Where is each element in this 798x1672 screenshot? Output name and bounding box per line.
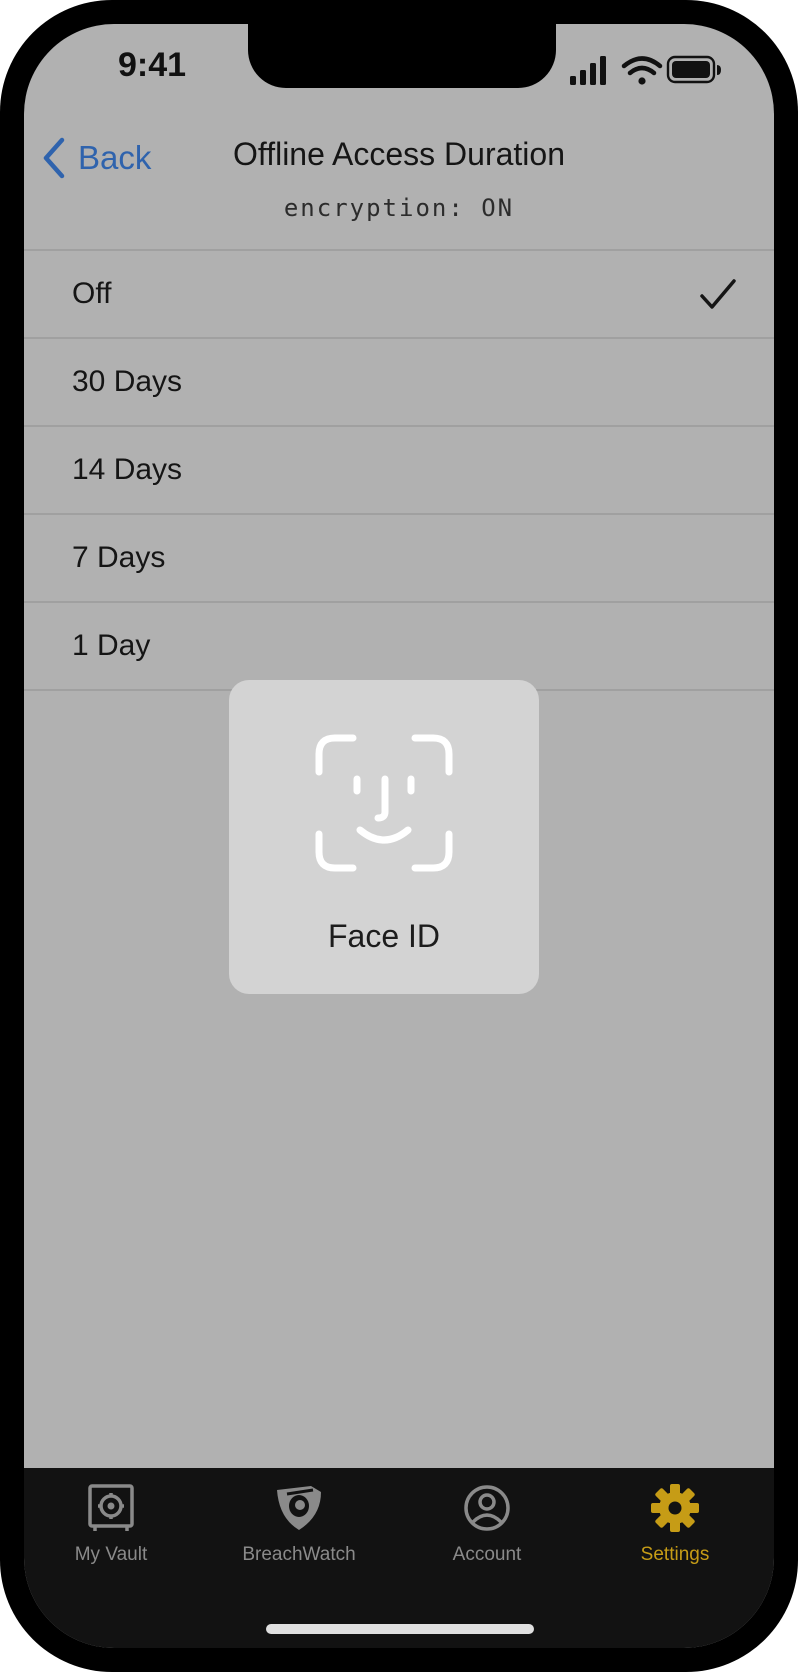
status-time: 9:41 [117, 46, 187, 84]
option-14-days[interactable]: 14 Days [24, 427, 774, 515]
option-off[interactable]: Off [24, 251, 774, 339]
face-id-prompt: Face ID [229, 680, 539, 994]
status-icons [570, 55, 721, 85]
breachwatch-shield-icon [277, 1486, 321, 1530]
vault-icon [88, 1484, 134, 1531]
account-person-icon [464, 1485, 510, 1531]
checkmark-icon [700, 279, 736, 309]
option-label: Off [72, 277, 112, 310]
tab-settings[interactable]: Settings [585, 1482, 765, 1578]
tab-bar: My Vault BreachWatch Account Settings [24, 1468, 774, 1648]
option-7-days[interactable]: 7 Days [24, 515, 774, 603]
duration-options-list: Off 30 Days 14 Days 7 Days 1 Day [24, 249, 774, 691]
page-title: Offline Access Duration [232, 136, 565, 172]
gear-icon [651, 1484, 699, 1532]
option-label: 14 Days [72, 453, 183, 486]
screen: 9:41 Back Offline Access Duration encryp… [24, 24, 774, 1648]
tab-account[interactable]: Account [397, 1482, 577, 1578]
option-1-day[interactable]: 1 Day [24, 603, 774, 691]
tab-label: BreachWatch [242, 1544, 356, 1565]
home-indicator[interactable] [266, 1624, 534, 1634]
encryption-status: encryption: ON [283, 194, 515, 222]
cellular-signal-icon [570, 56, 606, 85]
option-label: 7 Days [72, 541, 166, 574]
tab-my-vault[interactable]: My Vault [24, 1482, 201, 1578]
tab-breachwatch[interactable]: BreachWatch [209, 1482, 389, 1578]
option-label: 1 Day [72, 629, 151, 662]
back-button-label: Back [78, 139, 152, 176]
tab-label: My Vault [74, 1544, 148, 1565]
device-notch [248, 24, 556, 88]
battery-icon [666, 55, 721, 84]
wifi-icon [621, 56, 663, 85]
device-frame: 9:41 Back Offline Access Duration encryp… [0, 0, 798, 1672]
chevron-left-icon [43, 137, 65, 179]
tab-label: Account [452, 1544, 522, 1565]
face-id-label: Face ID [327, 918, 441, 954]
tab-label: Settings [640, 1544, 710, 1565]
back-button[interactable]: Back [38, 132, 151, 184]
face-id-icon [315, 734, 453, 872]
option-label: 30 Days [72, 365, 183, 398]
option-30-days[interactable]: 30 Days [24, 339, 774, 427]
